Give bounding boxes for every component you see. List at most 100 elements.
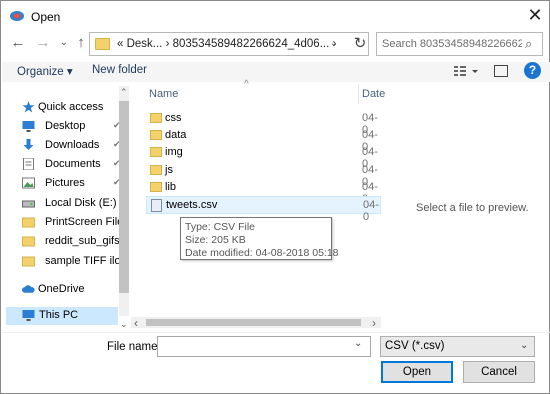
- tooltip-date-modified: Date modified: 04-08-2018 05:18: [185, 247, 339, 259]
- back-button[interactable]: ←: [9, 34, 27, 52]
- folder-icon: [150, 165, 162, 175]
- nav-label: Pictures: [45, 177, 85, 189]
- change-view-button[interactable]: [454, 64, 484, 81]
- folder-icon: [22, 256, 35, 267]
- search-input[interactable]: Search 803534589482266624_4... ⌕: [376, 32, 543, 56]
- nav-scroll-down-button[interactable]: ⌄: [120, 319, 128, 330]
- app-icon: [10, 11, 24, 21]
- folder-icon: [150, 182, 162, 192]
- chevron-down-icon: ⌄: [520, 340, 529, 351]
- new-folder-button[interactable]: New folder: [92, 64, 147, 76]
- nav-item-onedrive[interactable]: OneDrive: [12, 281, 124, 299]
- file-type-select[interactable]: CSV (*.csv) ⌄: [380, 336, 535, 357]
- file-date: 04-0: [363, 199, 379, 223]
- command-bar: Organize ▾ New folder ?: [2, 62, 550, 82]
- folder-icon: [150, 130, 162, 140]
- file-name: lib: [165, 181, 177, 193]
- organize-button[interactable]: Organize ▾: [17, 64, 73, 78]
- nav-label: reddit_sub_gifs: [45, 235, 120, 247]
- nav-label: Downloads: [45, 139, 100, 151]
- star-icon: [22, 101, 35, 113]
- title-bar: Open ✕: [1, 1, 549, 31]
- picture-icon: [22, 177, 35, 189]
- column-divider[interactable]: [358, 84, 359, 104]
- pc-icon: [22, 310, 35, 321]
- file-list-hscrollbar-thumb[interactable]: [146, 319, 361, 326]
- nav-label: Quick access: [38, 101, 104, 113]
- search-icon: ⌕: [525, 36, 533, 51]
- file-name: js: [165, 164, 173, 176]
- tooltip-size: Size: 205 KB: [185, 234, 246, 246]
- help-button[interactable]: ?: [524, 62, 541, 79]
- nav-item-sample-tiff[interactable]: sample TIFF ilov: [12, 253, 124, 271]
- file-type-value: CSV (*.csv): [385, 340, 445, 352]
- preview-pane-icon[interactable]: [494, 65, 508, 77]
- folder-icon: [150, 147, 162, 157]
- download-icon: [23, 139, 34, 150]
- file-row-tweets-csv[interactable]: tweets.csv 04-0: [146, 196, 381, 223]
- window-title: Open: [31, 10, 61, 24]
- tooltip-type: Type: CSV File: [185, 221, 256, 233]
- nav-label: Documents: [45, 158, 101, 170]
- nav-item-quick-access[interactable]: Quick access: [12, 99, 124, 117]
- nav-item-documents[interactable]: Documents ✔: [12, 156, 124, 174]
- file-name-field[interactable]: [157, 336, 371, 357]
- file-row-css[interactable]: css 04-0: [146, 110, 381, 136]
- close-button[interactable]: ✕: [522, 4, 548, 28]
- nav-item-this-pc[interactable]: This PC: [6, 307, 118, 325]
- folder-icon: [150, 113, 162, 123]
- file-name: tweets.csv: [166, 199, 218, 211]
- up-button[interactable]: ↑: [72, 34, 90, 52]
- nav-item-printscreen-files[interactable]: PrintScreen Files: [12, 214, 124, 232]
- file-name: data: [165, 129, 187, 141]
- desktop-icon: [22, 121, 35, 132]
- navigation-pane: Quick access Desktop ✔ Downloads ✔ Docum…: [2, 86, 130, 331]
- nav-item-reddit-sub-gifs[interactable]: reddit_sub_gifs: [12, 233, 124, 251]
- forward-button[interactable]: →: [34, 34, 52, 52]
- refresh-button[interactable]: ↻: [349, 32, 371, 56]
- nav-label: sample TIFF ilov: [45, 255, 124, 267]
- nav-label: PrintScreen Files: [45, 216, 124, 228]
- folder-icon: [95, 38, 110, 50]
- footer-divider: [2, 332, 550, 333]
- file-name-label: File name:: [107, 341, 161, 353]
- file-row-js[interactable]: js 04-0: [146, 162, 381, 188]
- drive-icon: [22, 200, 35, 208]
- file-row-img[interactable]: img 04-0: [146, 144, 381, 170]
- nav-item-local-disk[interactable]: Local Disk (E:): [12, 195, 124, 213]
- column-header-name[interactable]: Name: [149, 88, 178, 100]
- folder-icon: [22, 217, 35, 228]
- file-row-data[interactable]: data 04-0: [146, 127, 381, 153]
- cloud-icon: [22, 285, 35, 293]
- document-icon: [23, 158, 34, 170]
- csv-file-icon: [151, 199, 162, 212]
- nav-scrollbar-thumb[interactable]: [119, 101, 129, 293]
- view-icon: [454, 66, 478, 76]
- file-name: img: [165, 146, 183, 158]
- nav-item-desktop[interactable]: Desktop ✔: [12, 118, 124, 136]
- search-placeholder: Search 803534589482266624_4...: [382, 38, 522, 50]
- file-name-dropdown-icon[interactable]: ⌄: [354, 338, 362, 349]
- column-header-date[interactable]: Date: [362, 88, 385, 100]
- preview-placeholder: Select a file to preview.: [416, 202, 529, 214]
- nav-label: Local Disk (E:): [45, 197, 117, 209]
- address-dropdown-button[interactable]: ⌄: [326, 32, 342, 56]
- nav-item-downloads[interactable]: Downloads ✔: [12, 137, 124, 155]
- sort-indicator: ^: [244, 79, 249, 90]
- folder-icon: [22, 236, 35, 247]
- address-path: « Desk... › 803534589482266624_4d06... ›: [117, 38, 337, 50]
- nav-label: This PC: [39, 309, 79, 321]
- scroll-right-button[interactable]: ›: [372, 316, 376, 330]
- open-button[interactable]: Open: [381, 361, 453, 383]
- nav-scroll-up-button[interactable]: ⌃: [120, 87, 128, 98]
- cancel-button[interactable]: Cancel: [463, 361, 535, 383]
- nav-item-pictures[interactable]: Pictures ✔: [12, 175, 124, 193]
- file-info-tooltip: Type: CSV File Size: 205 KB Date modifie…: [180, 217, 339, 260]
- nav-label: Desktop: [45, 120, 86, 132]
- file-row-lib[interactable]: lib 04-0: [146, 179, 381, 205]
- recent-locations-button[interactable]: ⌄: [55, 34, 73, 52]
- open-file-dialog: Open ✕ ← → ⌄ ↑ « Desk... › 8035345894822…: [0, 0, 550, 394]
- file-name: css: [165, 112, 182, 124]
- nav-label: OneDrive: [38, 283, 85, 295]
- scroll-left-button[interactable]: ‹: [134, 316, 138, 330]
